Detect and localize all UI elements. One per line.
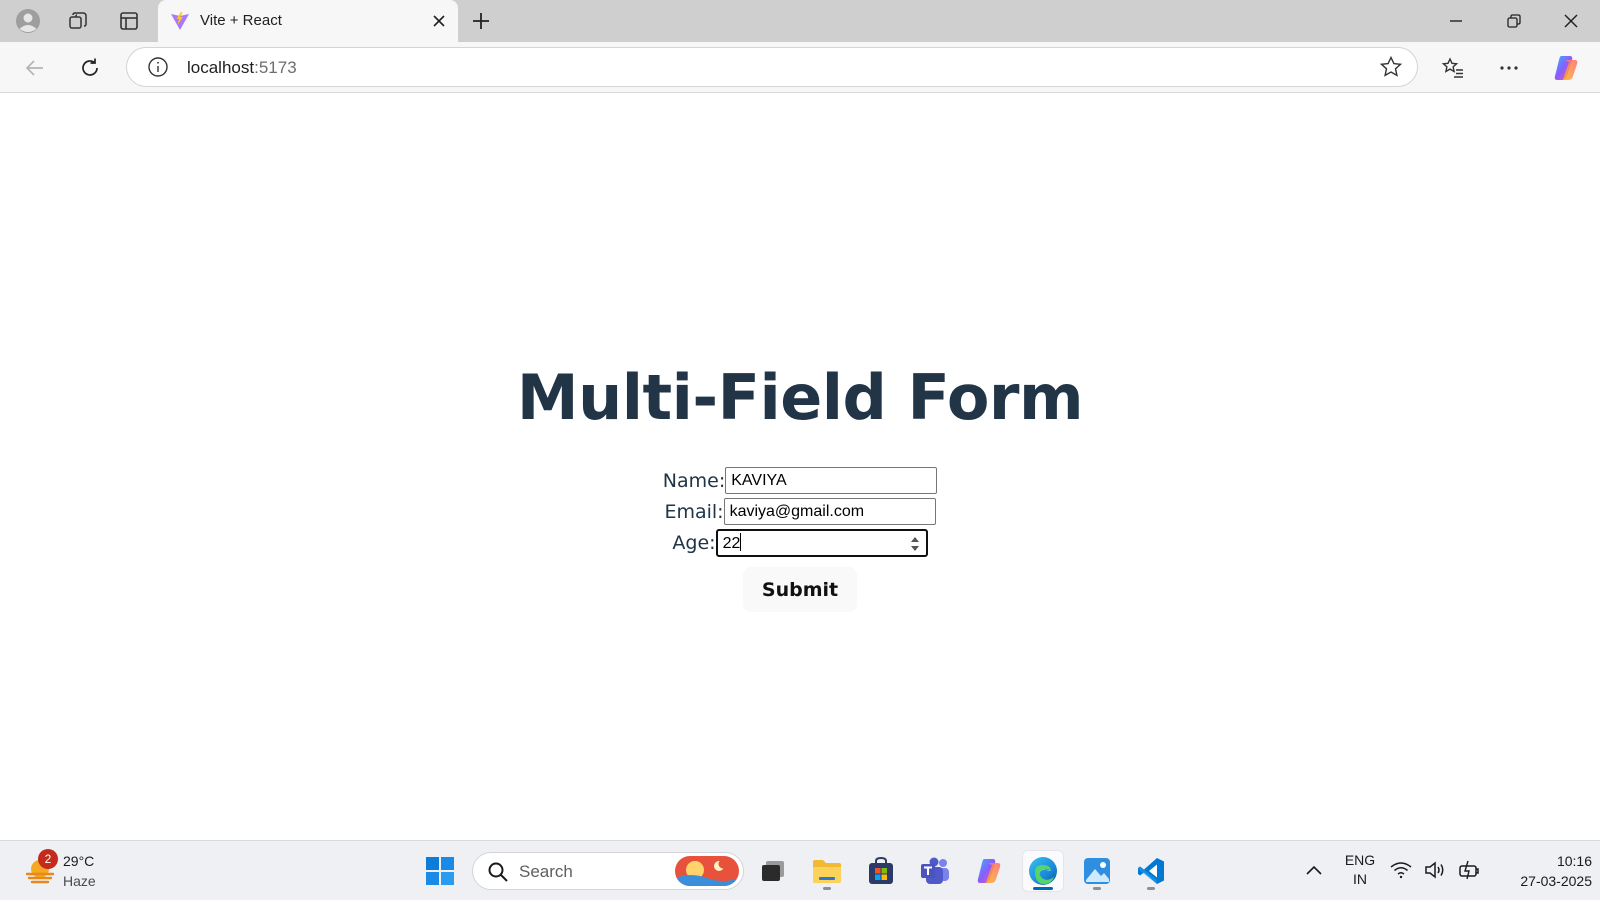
url-host: localhost bbox=[187, 58, 255, 77]
tab-title: Vite + React bbox=[200, 12, 282, 29]
more-options-icon[interactable] bbox=[1492, 51, 1526, 85]
language-code: ENG bbox=[1344, 852, 1376, 868]
back-icon[interactable] bbox=[18, 51, 52, 85]
browser-tab-strip: Vite + React bbox=[0, 0, 1600, 42]
weather-badge: 2 bbox=[38, 849, 58, 869]
system-clock[interactable]: 10:16 27-03-2025 bbox=[1492, 851, 1592, 891]
text-caret bbox=[740, 533, 742, 551]
task-view-button[interactable] bbox=[752, 850, 794, 892]
new-tab-icon[interactable] bbox=[466, 6, 496, 36]
file-explorer-button[interactable] bbox=[806, 850, 848, 892]
vertical-tabs-icon[interactable] bbox=[113, 6, 145, 36]
profile-icon[interactable] bbox=[12, 6, 44, 36]
clock-date: 27-03-2025 bbox=[1520, 873, 1592, 889]
vite-favicon-icon bbox=[171, 12, 189, 30]
store-button[interactable] bbox=[860, 850, 902, 892]
email-input[interactable]: kaviya@gmail.com bbox=[723, 498, 936, 525]
edge-icon bbox=[1029, 857, 1057, 885]
clock-time: 10:16 bbox=[1556, 853, 1592, 869]
email-label: Email: bbox=[664, 500, 724, 523]
address-bar[interactable]: localhost:5173 bbox=[126, 47, 1418, 87]
active-tab[interactable]: Vite + React bbox=[158, 0, 458, 42]
running-indicator-active bbox=[1033, 887, 1053, 890]
email-row: Email: kaviya@gmail.com bbox=[0, 498, 1600, 525]
favorite-star-icon[interactable] bbox=[1379, 55, 1403, 79]
minimize-icon[interactable] bbox=[1427, 0, 1485, 42]
task-view-icon bbox=[762, 861, 784, 881]
search-highlight-icon bbox=[675, 856, 739, 886]
running-indicator bbox=[1093, 887, 1101, 890]
name-row: Name: KAVIYA bbox=[0, 467, 1600, 494]
vscode-button[interactable] bbox=[1130, 850, 1172, 892]
start-button[interactable] bbox=[419, 850, 461, 892]
copilot-icon[interactable] bbox=[1549, 51, 1583, 85]
show-hidden-icons-chevron-icon[interactable] bbox=[1300, 856, 1328, 884]
edge-button[interactable] bbox=[1022, 850, 1064, 892]
copilot-taskbar-button[interactable] bbox=[968, 850, 1010, 892]
teams-button[interactable] bbox=[914, 850, 956, 892]
site-info-icon[interactable] bbox=[147, 56, 169, 78]
teams-icon bbox=[921, 857, 949, 884]
weather-condition: Haze bbox=[63, 873, 96, 889]
age-input[interactable]: 22 bbox=[715, 529, 928, 557]
url-text: localhost:5173 bbox=[187, 58, 297, 78]
language-region: IN bbox=[1353, 871, 1367, 887]
search-icon bbox=[488, 862, 508, 882]
weather-temperature: 29°C bbox=[63, 853, 95, 869]
wifi-icon[interactable] bbox=[1390, 861, 1412, 879]
number-spinner-icon[interactable] bbox=[910, 534, 920, 554]
name-label: Name: bbox=[662, 469, 726, 492]
submit-button[interactable]: Submit bbox=[743, 567, 857, 612]
url-port: :5173 bbox=[254, 58, 297, 77]
copilot-app-icon bbox=[977, 859, 1001, 883]
favorites-icon[interactable] bbox=[1436, 51, 1470, 85]
input-language-indicator[interactable]: ENG IN bbox=[1342, 851, 1378, 889]
battery-charging-icon[interactable] bbox=[1458, 859, 1482, 881]
browser-toolbar: localhost:5173 bbox=[0, 42, 1600, 93]
name-input[interactable]: KAVIYA bbox=[725, 467, 938, 494]
weather-widget[interactable]: 2 29°C Haze bbox=[22, 849, 122, 893]
running-indicator bbox=[1147, 887, 1155, 890]
close-window-icon[interactable] bbox=[1542, 0, 1600, 42]
search-placeholder: Search bbox=[519, 862, 573, 881]
folder-icon bbox=[813, 860, 841, 883]
tab-close-icon[interactable] bbox=[426, 8, 452, 34]
photos-button[interactable] bbox=[1076, 850, 1118, 892]
age-value: 22 bbox=[722, 535, 741, 552]
windows-logo-icon bbox=[426, 857, 454, 885]
workspaces-icon[interactable] bbox=[62, 6, 94, 36]
taskbar: 2 29°C Haze Search ENG IN 10:16 27-03-20… bbox=[0, 840, 1600, 900]
page-viewport: Multi-Field Form Name: KAVIYA Email: kav… bbox=[0, 93, 1600, 840]
volume-icon[interactable] bbox=[1424, 860, 1446, 880]
page-title: Multi-Field Form bbox=[516, 361, 1084, 434]
age-row: Age: 22 bbox=[0, 529, 1600, 557]
taskbar-search[interactable]: Search bbox=[472, 852, 744, 890]
refresh-icon[interactable] bbox=[73, 51, 107, 85]
photos-icon bbox=[1084, 858, 1110, 884]
store-icon bbox=[869, 856, 893, 884]
vscode-icon bbox=[1138, 858, 1164, 884]
restore-icon[interactable] bbox=[1485, 0, 1543, 42]
running-indicator bbox=[823, 887, 831, 890]
system-tray[interactable] bbox=[1390, 855, 1482, 885]
age-label: Age: bbox=[672, 532, 716, 554]
